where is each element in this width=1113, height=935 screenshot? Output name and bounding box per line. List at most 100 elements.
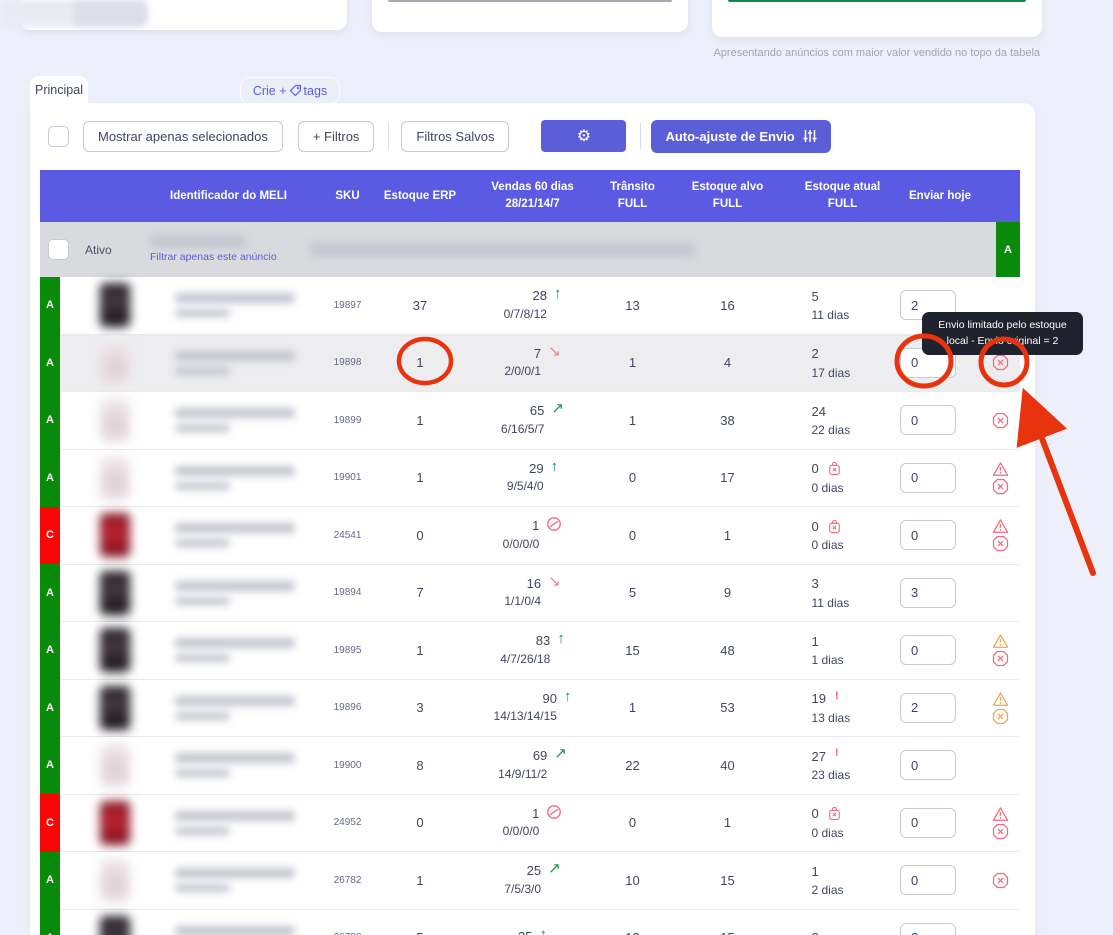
select-all-checkbox[interactable] [48, 125, 69, 147]
vendas-cell: 7 2/0/0/1 ↘ [504, 342, 561, 379]
enviar-hoje-input[interactable] [900, 807, 956, 838]
table-header: Identificador do MELI SKU Estoque ERP Ve… [40, 170, 1020, 222]
enviar-hoje-input[interactable] [900, 462, 956, 493]
estoque-atual-value: 3 [811, 576, 819, 591]
stock-table: Identificador do MELI SKU Estoque ERP Ve… [40, 170, 1020, 935]
status-badge: C [40, 506, 60, 564]
estoque-erp-value: 0 [416, 527, 424, 543]
filters-button[interactable]: + Filtros [297, 120, 375, 152]
blurred-identifier [170, 465, 325, 490]
product-thumbnail [100, 800, 130, 845]
tab-blurred[interactable] [0, 0, 148, 27]
estoque-alvo-value: 40 [720, 757, 735, 773]
transito-full-value: 1 [628, 412, 637, 428]
status-badge: A [40, 449, 60, 507]
octagon-x-icon [992, 650, 1009, 667]
tab-create-tags[interactable]: Crie + tags [240, 77, 340, 104]
status-badge: A [40, 679, 60, 737]
estoque-atual-value: 2 [812, 928, 819, 935]
estoque-alvo-value: 16 [720, 297, 735, 313]
tooltip-line2: local - Envio original = 2 [946, 335, 1059, 348]
estoque-alvo-value: 38 [720, 412, 735, 428]
settings-gear-button[interactable]: ⚙ [541, 120, 627, 152]
blurred-identifier [170, 925, 325, 935]
show-selected-button[interactable]: Mostrar apenas selecionados [83, 120, 283, 152]
enviar-hoje-input[interactable] [900, 692, 956, 723]
estoque-alvo-value: 9 [723, 585, 732, 601]
table-row: A 19898 1 7 2/0/0/1 ↘ 1 4 2 17 dias [40, 334, 1020, 392]
filter-this-ad-link[interactable]: Filtrar apenas este anúncio [150, 251, 305, 263]
transito-full-value: 0 [628, 815, 637, 831]
octagon-x-icon [992, 412, 1009, 429]
enviar-hoje-input[interactable] [900, 577, 956, 608]
vendas-cell: 16 1/1/0/4 ↘ [504, 572, 561, 609]
enviar-hoje-input[interactable] [900, 635, 956, 666]
estoque-atual-cell: 0 0 dias [812, 804, 874, 842]
stock-alert-mark: ! [834, 747, 839, 759]
sku-value: 19901 [333, 472, 362, 484]
vendas-cell: 69 14/9/11/2 ↗ [498, 745, 567, 781]
sliders-icon [803, 129, 817, 143]
estoque-alvo-value: 15 [670, 930, 785, 935]
estoque-alvo-value: 48 [720, 642, 735, 658]
estoque-atual-value: 27 [811, 748, 826, 764]
dias-label: 22 dias [811, 423, 851, 437]
trend-down-right-icon: ↘ [548, 342, 561, 360]
auto-adjust-send-button[interactable]: Auto-ajuste de Envio [651, 119, 831, 153]
enviar-hoje-input[interactable] [900, 405, 956, 436]
vendas-cell: 25↑ [470, 927, 595, 935]
sku-value: 24541 [333, 529, 362, 541]
octagon-x-icon [992, 872, 1009, 889]
trend-up-icon: ↑ [563, 687, 572, 705]
blurred-identifier [170, 523, 325, 548]
octagon-x-icon [992, 535, 1009, 552]
estoque-erp-value: 1 [416, 872, 424, 888]
enviar-hoje-input[interactable] [900, 520, 956, 551]
tooltip-line1: Envio limitado pelo estoque [938, 319, 1067, 331]
table-row: A 19899 1 65 6/16/5/7 ↗ 1 38 24 22 dias [40, 391, 1020, 450]
status-badge: A [40, 909, 60, 935]
saved-filters-button[interactable]: Filtros Salvos [401, 120, 510, 152]
auto-adjust-label: Auto-ajuste de Envio [665, 128, 795, 144]
product-thumbnail [100, 455, 130, 500]
estoque-erp-value: 1 [416, 642, 424, 658]
divider [640, 123, 642, 149]
dias-label: 23 dias [811, 768, 851, 782]
table-row: A 19894 7 16 1/1/0/4 ↘ 5 9 3 11 dias [40, 564, 1020, 622]
vendas-cell: 83 4/7/26/18 ↑ [500, 630, 565, 666]
transito-full-value: 10 [625, 872, 640, 888]
trend-up-right-icon: ↗ [551, 400, 564, 418]
sku-value: 19896 [333, 702, 362, 714]
product-thumbnail [100, 283, 130, 328]
stock-alert-mark: ! [834, 689, 839, 702]
status-badge: A [40, 851, 60, 909]
trend-up-icon: ↑ [553, 285, 562, 303]
sku-value: 19895 [333, 644, 362, 656]
status-badge: A [40, 736, 60, 794]
transito-full-value: 12 [595, 930, 670, 935]
estoque-atual-value: 0 [811, 461, 819, 476]
dias-label: 0 dias [811, 825, 844, 840]
header-identificador: Identificador do MELI [170, 189, 287, 202]
blurred-identifier [150, 236, 245, 247]
tag-icon [289, 84, 302, 97]
ativo-checkbox[interactable] [48, 239, 69, 260]
estoque-alvo-value: 1 [723, 815, 732, 831]
tab-principal[interactable]: Principal [30, 76, 88, 104]
enviar-hoje-input[interactable] [900, 922, 956, 935]
tab-create-tags-prefix: Crie + [252, 83, 287, 98]
product-thumbnail [100, 915, 130, 935]
estoque-atual-cell: 19! 13 dias [812, 689, 874, 727]
row-alert-icons [980, 354, 1020, 371]
vendas-cell: 1 0/0/0/0 [470, 804, 595, 841]
enviar-hoje-input[interactable] [900, 865, 956, 896]
estoque-atual-value: 19 [811, 691, 826, 706]
estoque-alvo-value: 53 [720, 700, 735, 716]
dias-label: 0 dias [811, 538, 844, 552]
dias-label: 1 dias [811, 653, 844, 667]
sku-value: 19900 [333, 759, 362, 771]
sku-value: 19897 [333, 299, 362, 311]
status-badge: C [40, 794, 60, 852]
enviar-hoje-input[interactable] [900, 750, 956, 781]
header-estoque-erp: Estoque ERP [383, 189, 457, 202]
